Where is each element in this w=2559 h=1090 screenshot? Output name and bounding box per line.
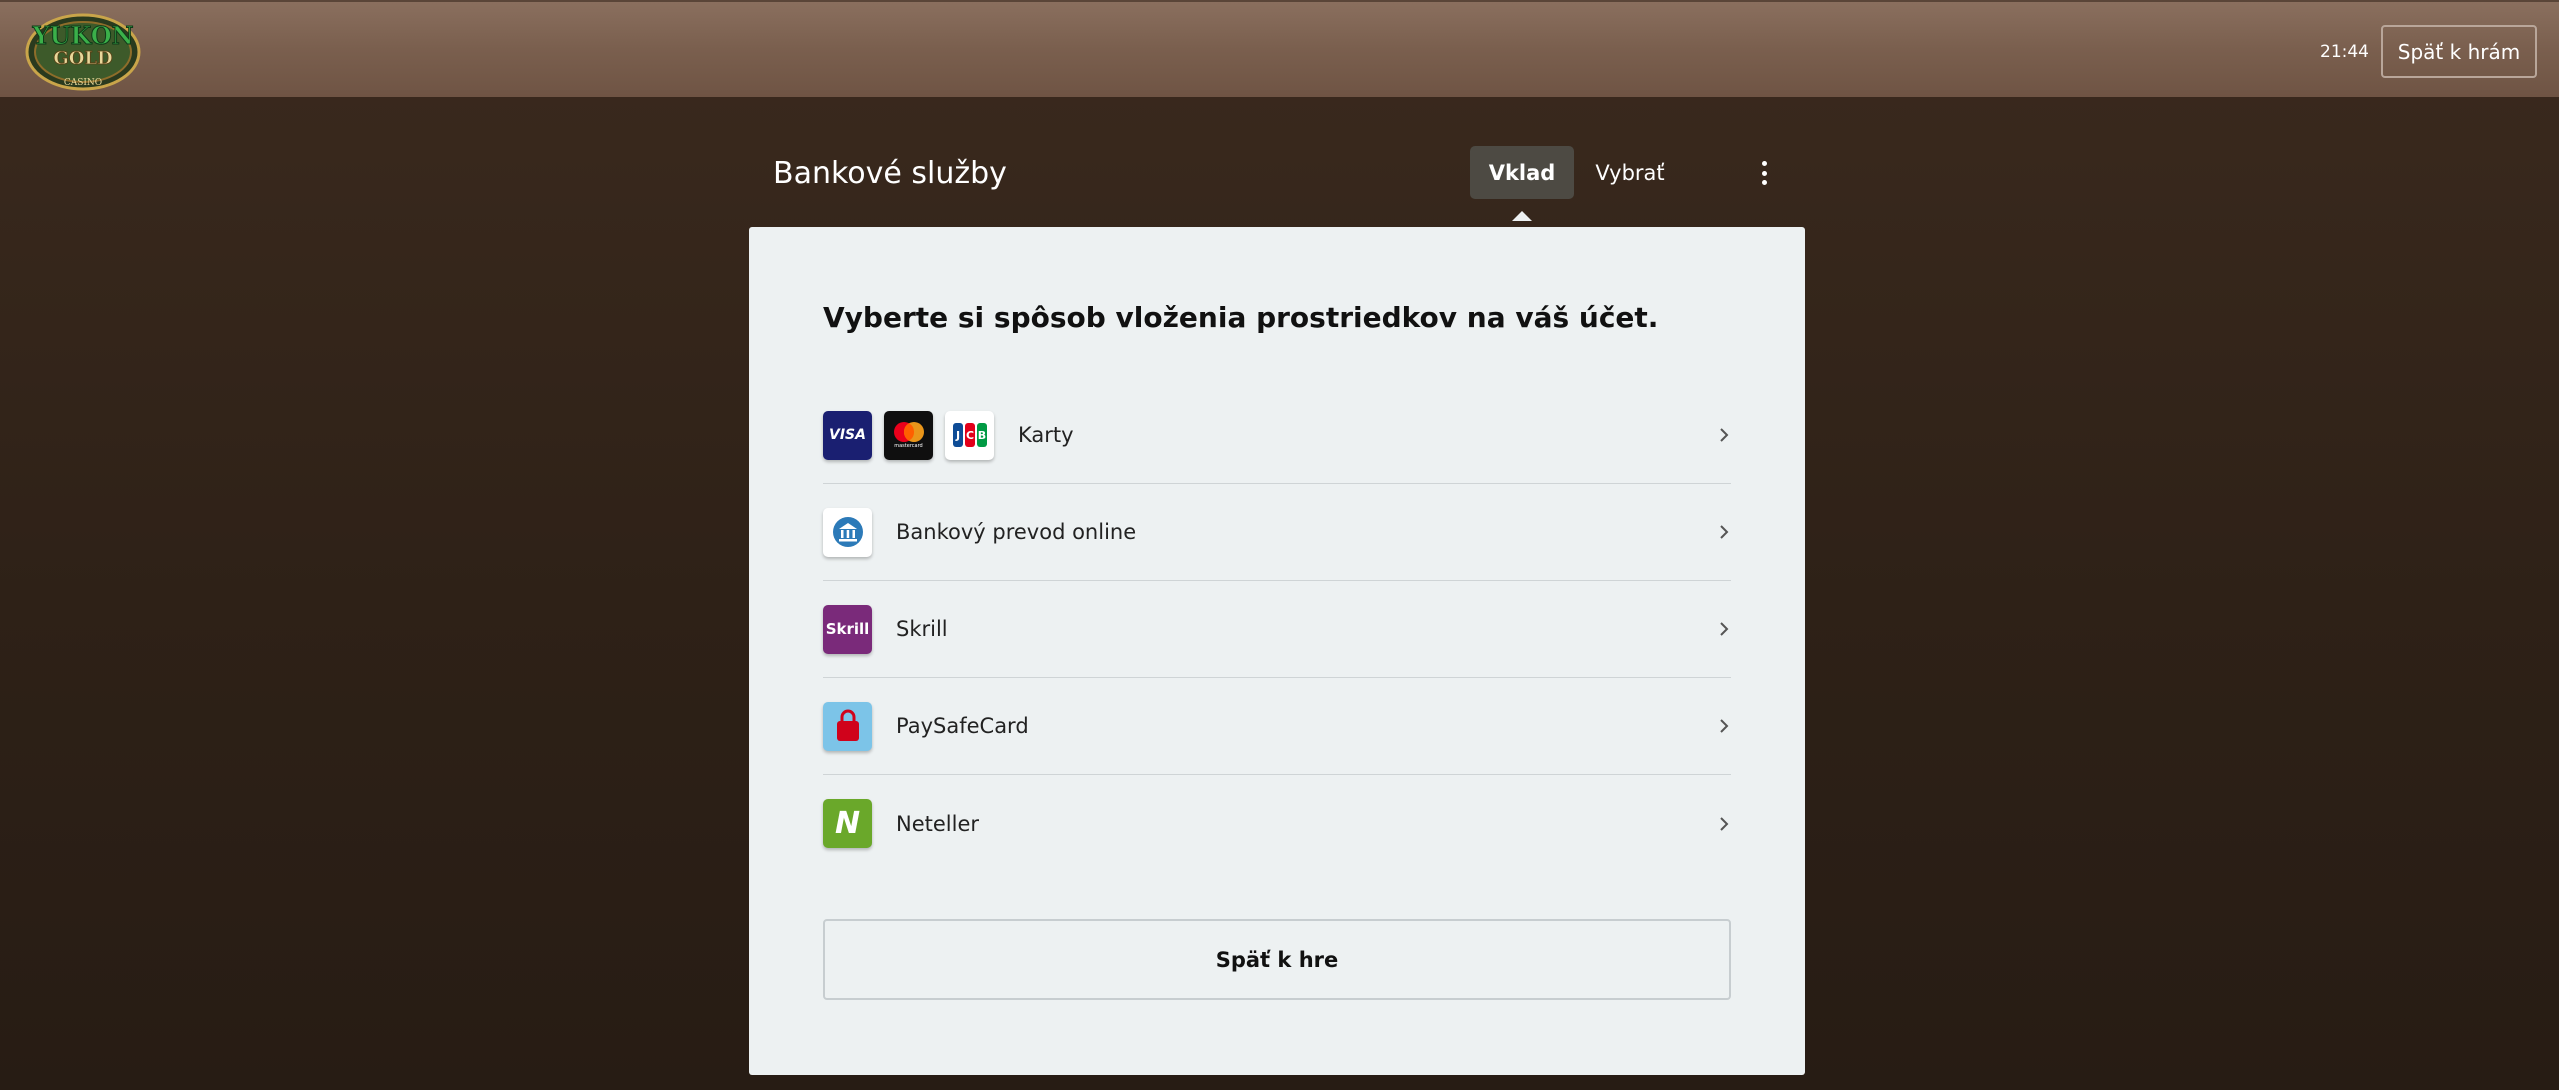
method-row-cards[interactable]: VISA mastercard J C B Karty — [823, 387, 1731, 484]
method-row-bank-transfer[interactable]: Bankový prevod online — [823, 484, 1731, 581]
yukon-gold-casino-logo[interactable]: YUKON GOLD CASINO — [24, 12, 142, 92]
paysafecard-icon — [823, 701, 872, 751]
top-bar: YUKON GOLD CASINO 21:44 Späť k hrám — [0, 0, 2559, 97]
chevron-right-icon — [1717, 522, 1731, 542]
chevron-right-icon — [1717, 425, 1731, 445]
kebab-menu-icon[interactable] — [1754, 158, 1774, 188]
tab-deposit[interactable]: Vklad — [1470, 146, 1574, 221]
svg-text:C: C — [965, 429, 973, 442]
method-label: Neteller — [896, 811, 980, 836]
method-label: Karty — [1018, 423, 1074, 447]
visa-icon: VISA — [823, 410, 872, 460]
method-label: Bankový prevod online — [896, 520, 1137, 544]
panel-heading: Vyberte si spôsob vloženia prostriedkov … — [823, 301, 1659, 334]
tab-withdraw-label: Vybrať — [1595, 160, 1665, 185]
banking-panel: Vyberte si spôsob vloženia prostriedkov … — [749, 227, 1805, 1075]
method-row-skrill[interactable]: Skrill Skrill — [823, 581, 1731, 678]
active-tab-pointer — [1512, 211, 1532, 221]
jcb-icon: J C B — [945, 410, 994, 460]
tab-deposit-label: Vklad — [1488, 160, 1556, 185]
svg-text:CASINO: CASINO — [64, 78, 102, 88]
svg-text:GOLD: GOLD — [53, 48, 112, 69]
svg-text:YUKON: YUKON — [31, 21, 133, 50]
clock: 21:44 — [2320, 42, 2369, 62]
mastercard-icon: mastercard — [884, 410, 933, 460]
neteller-icon: N — [823, 799, 872, 848]
chevron-right-icon — [1717, 619, 1731, 639]
method-row-neteller[interactable]: N Neteller — [823, 775, 1731, 872]
chevron-right-icon — [1717, 716, 1731, 736]
page-title: Bankové služby — [773, 156, 1007, 191]
svg-text:B: B — [977, 429, 985, 442]
back-to-games-button[interactable]: Späť k hrám — [2381, 25, 2537, 78]
svg-text:J: J — [954, 429, 959, 442]
payment-methods-list: VISA mastercard J C B Karty Bankový prev… — [823, 387, 1731, 872]
bank-icon — [823, 507, 872, 557]
method-row-paysafecard[interactable]: PaySafeCard — [823, 678, 1731, 775]
skrill-icon: Skrill — [823, 604, 872, 654]
method-label: PaySafeCard — [896, 714, 1029, 738]
method-label: Skrill — [896, 617, 948, 641]
tab-withdraw[interactable]: Vybrať — [1580, 146, 1680, 199]
chevron-right-icon — [1717, 814, 1731, 834]
back-to-game-button[interactable]: Späť k hre — [823, 919, 1731, 1000]
